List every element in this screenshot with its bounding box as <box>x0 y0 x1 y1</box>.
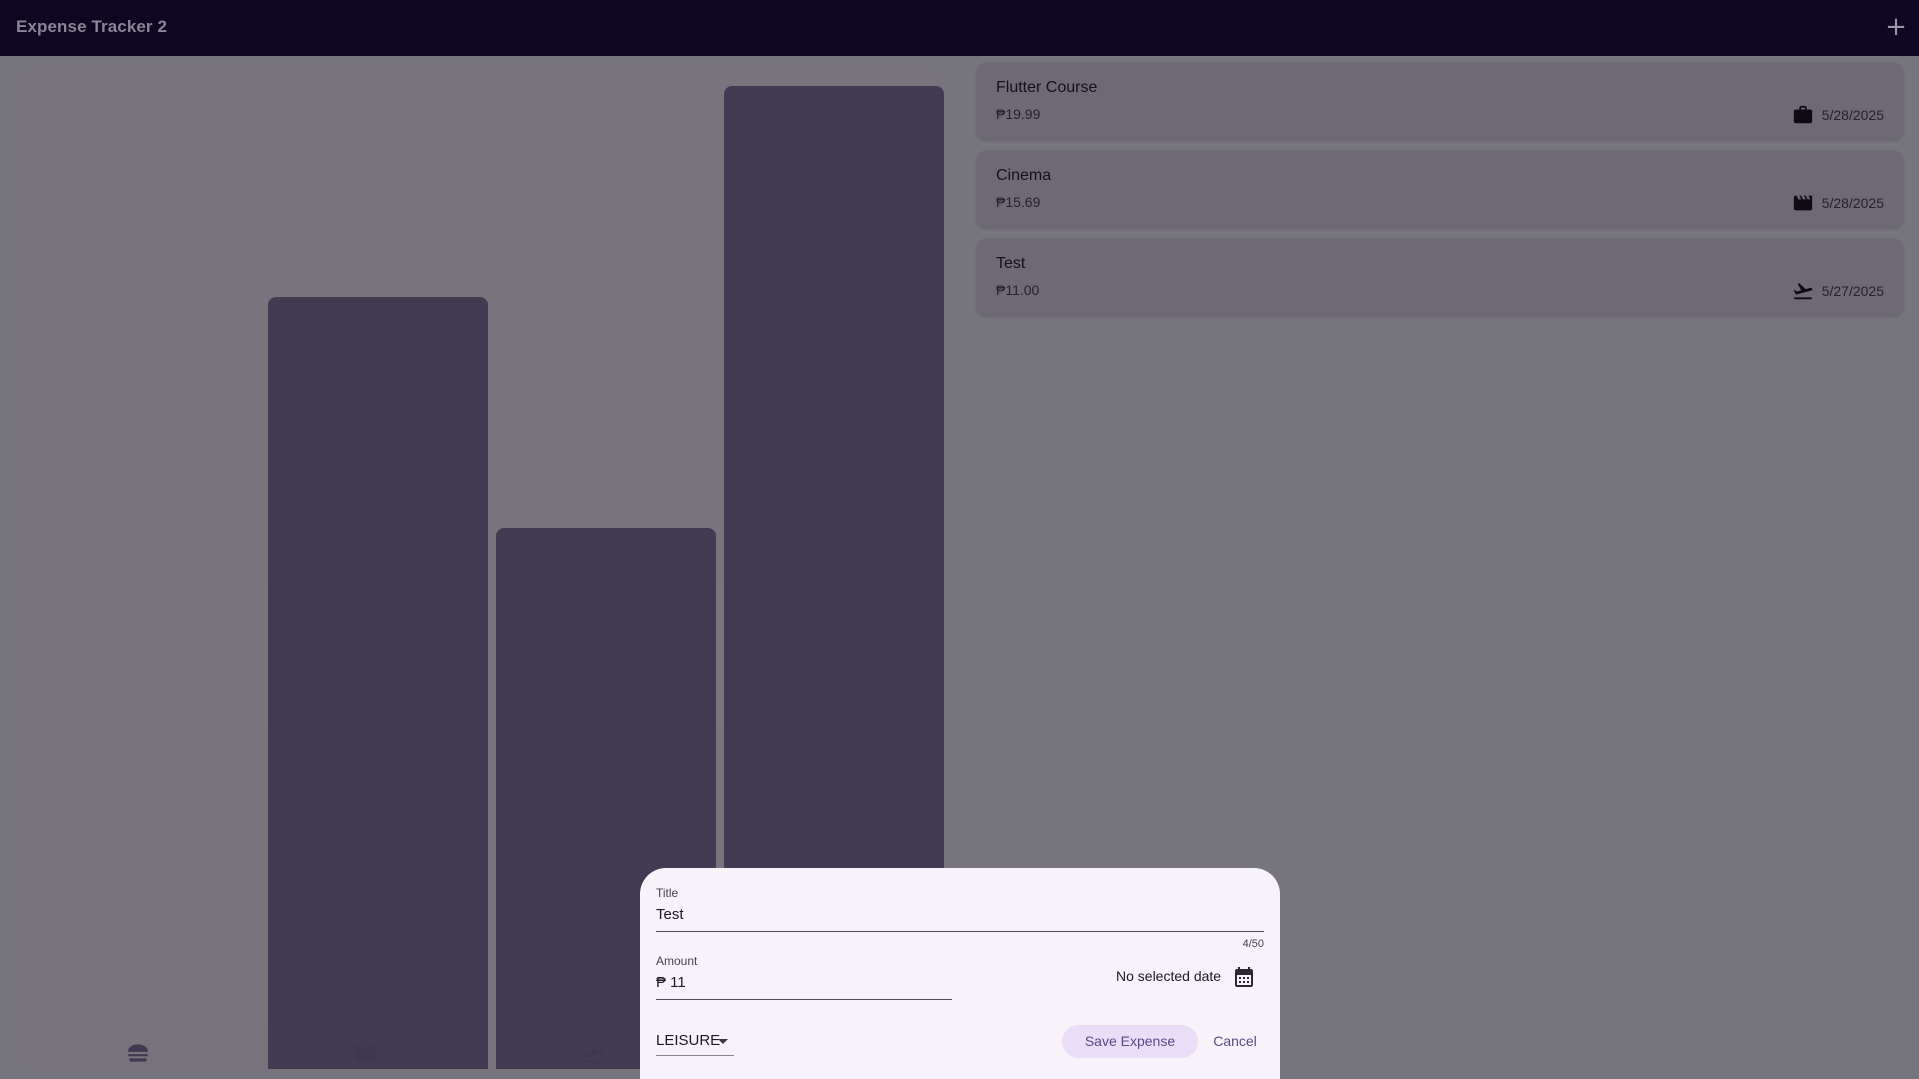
app-title: Expense Tracker 2 <box>16 17 168 36</box>
chevron-down-icon <box>718 1039 728 1044</box>
selected-date-label: No selected date <box>1116 968 1222 984</box>
expense-meta: 5/28/2025 <box>1792 104 1884 126</box>
new-expense-sheet: Title Test 4/50 Amount ₱ 11 No selected … <box>640 868 1280 1079</box>
expense-card[interactable]: Test ₱11.00 5/27/2025 <box>976 238 1904 316</box>
category-dropdown[interactable]: LEISURE <box>656 1030 734 1056</box>
cancel-button[interactable]: Cancel <box>1206 1025 1264 1058</box>
chart-bar <box>268 297 488 1069</box>
expense-date: 5/27/2025 <box>1821 283 1884 299</box>
expense-amount: ₱11.00 <box>996 282 1040 298</box>
amount-field-label: Amount <box>656 954 698 968</box>
amount-input[interactable]: ₱ 11 <box>656 974 952 996</box>
app-window: Expense Tracker 2 + Flutter Course ₱19.9… <box>0 0 1919 1079</box>
expense-title: Cinema <box>996 167 1052 184</box>
app-bar: Expense Tracker 2 + <box>0 0 1919 56</box>
expense-date: 5/28/2025 <box>1821 107 1884 123</box>
add-expense-button[interactable]: + <box>1884 14 1908 40</box>
expense-amount: ₱19.99 <box>996 106 1041 122</box>
expense-card[interactable]: Flutter Course ₱19.99 5/28/2025 <box>976 62 1904 140</box>
save-expense-button[interactable]: Save Expense <box>1062 1025 1198 1058</box>
expense-amount: ₱15.69 <box>996 194 1041 210</box>
burger-icon <box>125 1040 151 1066</box>
amount-underline <box>656 999 952 1000</box>
calendar-icon[interactable] <box>1232 965 1256 989</box>
expense-meta: 5/27/2025 <box>1792 280 1884 302</box>
title-field-label: Title <box>656 886 679 900</box>
chart-column-food <box>16 68 244 1073</box>
chart-column-leisure <box>244 68 488 1073</box>
briefcase-icon <box>1792 104 1814 126</box>
plus-icon: + <box>1885 12 1907 42</box>
expense-title: Flutter Course <box>996 79 1098 96</box>
clapperboard-icon <box>1792 192 1814 214</box>
category-value: LEISURE <box>656 1032 721 1049</box>
title-char-counter: 4/50 <box>1242 938 1264 950</box>
expense-date: 5/28/2025 <box>1821 195 1884 211</box>
clapperboard-icon <box>353 1040 379 1066</box>
title-underline <box>656 931 1264 932</box>
expense-meta: 5/28/2025 <box>1792 192 1884 214</box>
expense-title: Test <box>996 255 1026 272</box>
expense-card[interactable]: Cinema ₱15.69 5/28/2025 <box>976 150 1904 228</box>
flight-takeoff-icon <box>1792 280 1814 302</box>
title-input[interactable]: Test <box>656 906 1264 928</box>
flight-takeoff-icon <box>581 1040 607 1066</box>
